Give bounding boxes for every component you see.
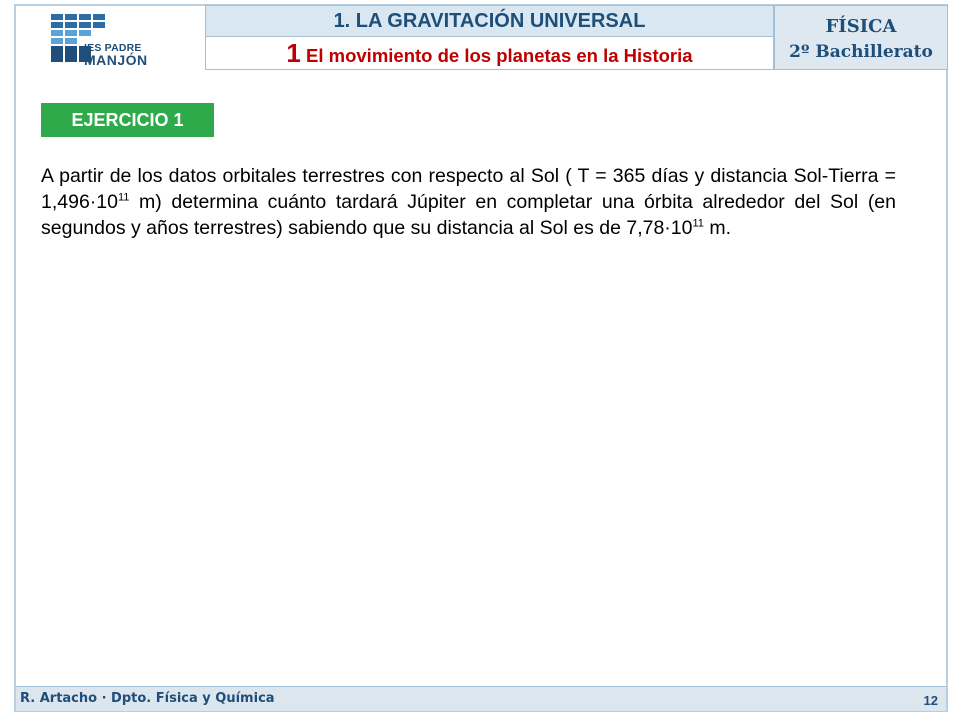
school-logo-text: IES PADRE MANJÓN <box>84 42 204 68</box>
subject-badge: FÍSICA 2º Bachillerato <box>774 5 948 70</box>
exercise-statement: A partir de los datos orbitales terrestr… <box>41 163 896 241</box>
exercise-label: EJERCICIO 1 <box>41 103 214 137</box>
footer-bar: R. Artacho · Dpto. Física y Química 12 <box>16 686 946 711</box>
subject-level: 2º Bachillerato <box>789 42 933 62</box>
exponent-2: 11 <box>692 217 704 230</box>
statement-part-3: m. <box>703 217 732 239</box>
school-logo-line2: MANJÓN <box>84 52 148 68</box>
statement-part-2: m) determina cuánto tardará Júpiter en c… <box>41 191 896 239</box>
exponent-1: 11 <box>117 191 130 204</box>
footer-author: R. Artacho · Dpto. Física y Química <box>20 691 275 706</box>
unit-title: 1. LA GRAVITACIÓN UNIVERSAL <box>205 5 774 37</box>
subject-name: FÍSICA <box>825 16 897 37</box>
page-number: 12 <box>923 693 938 708</box>
section-title: 1 El movimiento de los planetas en la Hi… <box>205 37 774 70</box>
section-title-text: El movimiento de los planetas en la Hist… <box>300 45 693 66</box>
section-number: 1 <box>286 38 301 68</box>
